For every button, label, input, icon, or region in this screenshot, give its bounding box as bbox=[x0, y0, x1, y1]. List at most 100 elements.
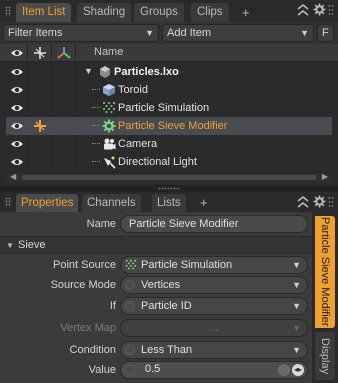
eye-icon bbox=[11, 50, 23, 56]
point-source-row: Point Source Particle Simulation ▼ bbox=[0, 255, 312, 275]
expand-triangle-icon[interactable]: ▼ bbox=[84, 66, 93, 76]
lock-column-header[interactable] bbox=[28, 44, 52, 62]
tab-properties[interactable]: Properties bbox=[16, 194, 79, 212]
add-tab-button[interactable]: + bbox=[242, 3, 250, 22]
eye-icon[interactable] bbox=[10, 139, 24, 149]
filter-row: Filter Items ▼ Add Item ▼ F bbox=[0, 22, 338, 44]
properties-form: Name Particle Sieve Modifier ▼ Sieve Poi… bbox=[0, 212, 312, 383]
list-header: Name bbox=[0, 44, 338, 62]
source-mode-label: Source Mode bbox=[50, 279, 116, 291]
name-field[interactable]: Particle Sieve Modifier bbox=[120, 215, 308, 233]
spacer-column bbox=[76, 44, 82, 62]
chevron-down-icon: ▼ bbox=[292, 260, 301, 270]
point-source-dropdown[interactable]: Particle Simulation ▼ bbox=[120, 256, 308, 274]
chevron-down-icon: ▼ bbox=[145, 28, 154, 38]
list-item[interactable]: Toroid bbox=[6, 81, 332, 99]
list-item[interactable]: Camera bbox=[6, 135, 332, 153]
if-dropdown[interactable]: Particle ID ▼ bbox=[120, 297, 308, 315]
value-label: Value bbox=[88, 364, 116, 376]
item-list: ▼ Particles.lxo Toroid Particle Simulati… bbox=[6, 62, 332, 172]
vertex-map-value: ... bbox=[209, 322, 219, 334]
list-item-label: Directional Light bbox=[118, 156, 197, 168]
add-item-label: Add Item bbox=[167, 27, 212, 39]
eye-icon[interactable] bbox=[10, 67, 24, 77]
list-item[interactable]: ▼ Particles.lxo bbox=[6, 63, 332, 81]
eye-icon[interactable] bbox=[10, 121, 24, 131]
condition-row: Condition Less Than ▼ bbox=[0, 340, 312, 360]
list-item-label: Particle Sieve Modifier bbox=[118, 120, 228, 132]
scroll-right-icon[interactable]: ▶ bbox=[322, 172, 328, 181]
panel-grip-right-icon[interactable] bbox=[328, 196, 334, 211]
tab-groups[interactable]: Groups bbox=[134, 3, 184, 22]
list-item[interactable]: Particle Simulation bbox=[6, 99, 332, 117]
panel-grip-right-icon[interactable] bbox=[328, 4, 334, 19]
condition-label: Condition bbox=[69, 344, 116, 356]
visibility-column-header[interactable] bbox=[6, 44, 28, 62]
vertex-map-label: Vertex Map bbox=[60, 322, 116, 334]
slider-handle-icon[interactable]: ◂▸ bbox=[292, 364, 304, 376]
side-tab-particle-sieve-modifier[interactable]: Particle Sieve Modifier bbox=[315, 216, 335, 328]
animate-dot-icon[interactable] bbox=[125, 301, 135, 311]
tab-clips[interactable]: Clips bbox=[191, 3, 229, 22]
condition-dropdown[interactable]: Less Than ▼ bbox=[120, 341, 308, 359]
chevron-down-icon: ▼ bbox=[292, 345, 301, 355]
collapse-arrows-icon[interactable] bbox=[297, 4, 309, 19]
animate-dot-icon[interactable] bbox=[125, 280, 135, 290]
animate-dot-icon[interactable] bbox=[125, 345, 135, 355]
scrollbar-thumb[interactable] bbox=[22, 175, 316, 180]
source-mode-value: Vertices bbox=[141, 279, 181, 291]
gear-icon[interactable] bbox=[313, 195, 326, 211]
filter-items-label: Filter Items bbox=[8, 27, 63, 39]
gear-modifier-icon bbox=[102, 119, 116, 133]
filter-items-dropdown[interactable]: Filter Items ▼ bbox=[3, 24, 159, 42]
source-mode-dropdown[interactable]: Vertices ▼ bbox=[120, 276, 308, 294]
point-source-value: Particle Simulation bbox=[141, 259, 233, 271]
gear-icon[interactable] bbox=[313, 3, 326, 19]
light-icon bbox=[104, 156, 116, 169]
tab-shading[interactable]: Shading bbox=[77, 3, 132, 22]
tree-connector bbox=[92, 161, 100, 162]
side-tab-display[interactable]: Display bbox=[315, 332, 335, 380]
section-label: Sieve bbox=[18, 239, 46, 251]
if-label: If bbox=[109, 300, 116, 312]
add-tab-button[interactable]: + bbox=[200, 193, 208, 212]
reset-icon[interactable] bbox=[278, 364, 290, 376]
collapse-triangle-icon[interactable]: ▼ bbox=[6, 241, 14, 250]
chevron-down-icon: ▼ bbox=[292, 280, 301, 290]
eye-icon[interactable] bbox=[10, 85, 24, 95]
source-mode-row: Source Mode Vertices ▼ bbox=[0, 275, 312, 295]
collapse-arrows-icon[interactable] bbox=[297, 196, 309, 211]
move-tool-icon[interactable] bbox=[33, 119, 47, 133]
panel-resize-handle[interactable] bbox=[0, 185, 338, 192]
tab-channels[interactable]: Channels bbox=[82, 194, 141, 212]
list-item[interactable]: Directional Light bbox=[6, 153, 332, 171]
scroll-left-icon[interactable]: ◀ bbox=[10, 172, 16, 181]
vertex-map-dropdown: ... ▼ bbox=[120, 319, 308, 337]
particle-sim-icon bbox=[103, 102, 115, 113]
name-column-header[interactable]: Name bbox=[94, 46, 123, 58]
eye-icon[interactable] bbox=[10, 157, 24, 167]
sieve-section-header[interactable]: ▼ Sieve bbox=[0, 236, 312, 254]
filter-f-button[interactable]: F bbox=[317, 24, 334, 42]
panel-grip-icon[interactable] bbox=[5, 197, 11, 207]
list-horizontal-scrollbar[interactable]: ◀ ▶ bbox=[6, 172, 332, 182]
camera-icon bbox=[104, 138, 116, 150]
condition-value: Less Than bbox=[141, 344, 193, 356]
axis-column-header[interactable] bbox=[52, 44, 76, 62]
particle-sim-icon bbox=[125, 259, 137, 270]
tree-connector bbox=[92, 125, 100, 126]
list-item-label: Camera bbox=[118, 138, 158, 150]
tab-item-list[interactable]: Item List bbox=[16, 3, 72, 22]
value-input[interactable]: 0.5 ◂▸ bbox=[120, 361, 308, 379]
properties-tab-bar: Properties Channels Lists + bbox=[0, 192, 338, 212]
tab-lists[interactable]: Lists bbox=[152, 194, 186, 212]
animate-dot-icon[interactable] bbox=[125, 365, 135, 375]
tree-connector bbox=[92, 107, 100, 108]
eye-icon[interactable] bbox=[10, 103, 24, 113]
panel-grip-icon[interactable] bbox=[5, 6, 11, 16]
list-item-selected[interactable]: Particle Sieve Modifier bbox=[6, 117, 332, 135]
side-tabs: Particle Sieve Modifier Display bbox=[312, 212, 338, 383]
if-value: Particle ID bbox=[141, 300, 192, 312]
add-item-dropdown[interactable]: Add Item ▼ bbox=[162, 24, 314, 42]
tree-connector bbox=[92, 143, 100, 144]
